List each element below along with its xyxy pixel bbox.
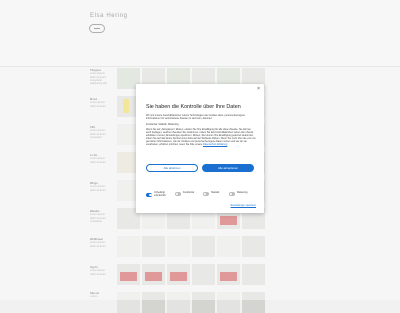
toggle-label: Marketing (237, 191, 248, 195)
save-settings-link[interactable]: Einstellungen speichern (231, 204, 256, 207)
consent-body-text: Wenn Sie auf „Akzeptieren“ klicken, erte… (146, 128, 256, 146)
toggle-marketing[interactable]: Marketing (229, 192, 248, 196)
toggle-switch[interactable] (146, 193, 152, 197)
reject-all-button[interactable]: Alle ablehnen (146, 164, 198, 172)
toggle-switch[interactable] (203, 192, 209, 196)
cookie-consent-dialog: × Sie haben die Kontrolle über Ihre Date… (136, 84, 264, 213)
toggle-label: Funktional (183, 191, 195, 195)
consent-toggles: Unbedingt erforderlich Funktional Statis… (146, 191, 256, 200)
toggle-switch[interactable] (175, 192, 181, 196)
toggle-functional[interactable]: Funktional (175, 192, 194, 196)
accept-all-button[interactable]: Alle akzeptieren (202, 164, 254, 172)
consent-title: Sie haben die Kontrolle über Ihre Daten (146, 104, 241, 110)
toggle-switch[interactable] (229, 192, 235, 196)
toggle-label: Unbedingt erforderlich (154, 191, 166, 197)
toggle-necessary[interactable]: Unbedingt erforderlich (146, 191, 172, 198)
close-icon[interactable]: × (257, 87, 260, 92)
consent-body: Wenn Sie auf „Akzeptieren“ klicken, erte… (146, 128, 256, 146)
privacy-policy-link[interactable]: Datenschutz-Erklärung (203, 143, 227, 146)
toggle-statistics[interactable]: Statistik (203, 192, 219, 196)
toggle-label: Statistik (211, 191, 220, 195)
consent-intro: Wir und unsere Geschäftspartner nutzen T… (146, 114, 245, 120)
consent-purposes: Funktional, Statistik, Marketing (146, 123, 179, 126)
